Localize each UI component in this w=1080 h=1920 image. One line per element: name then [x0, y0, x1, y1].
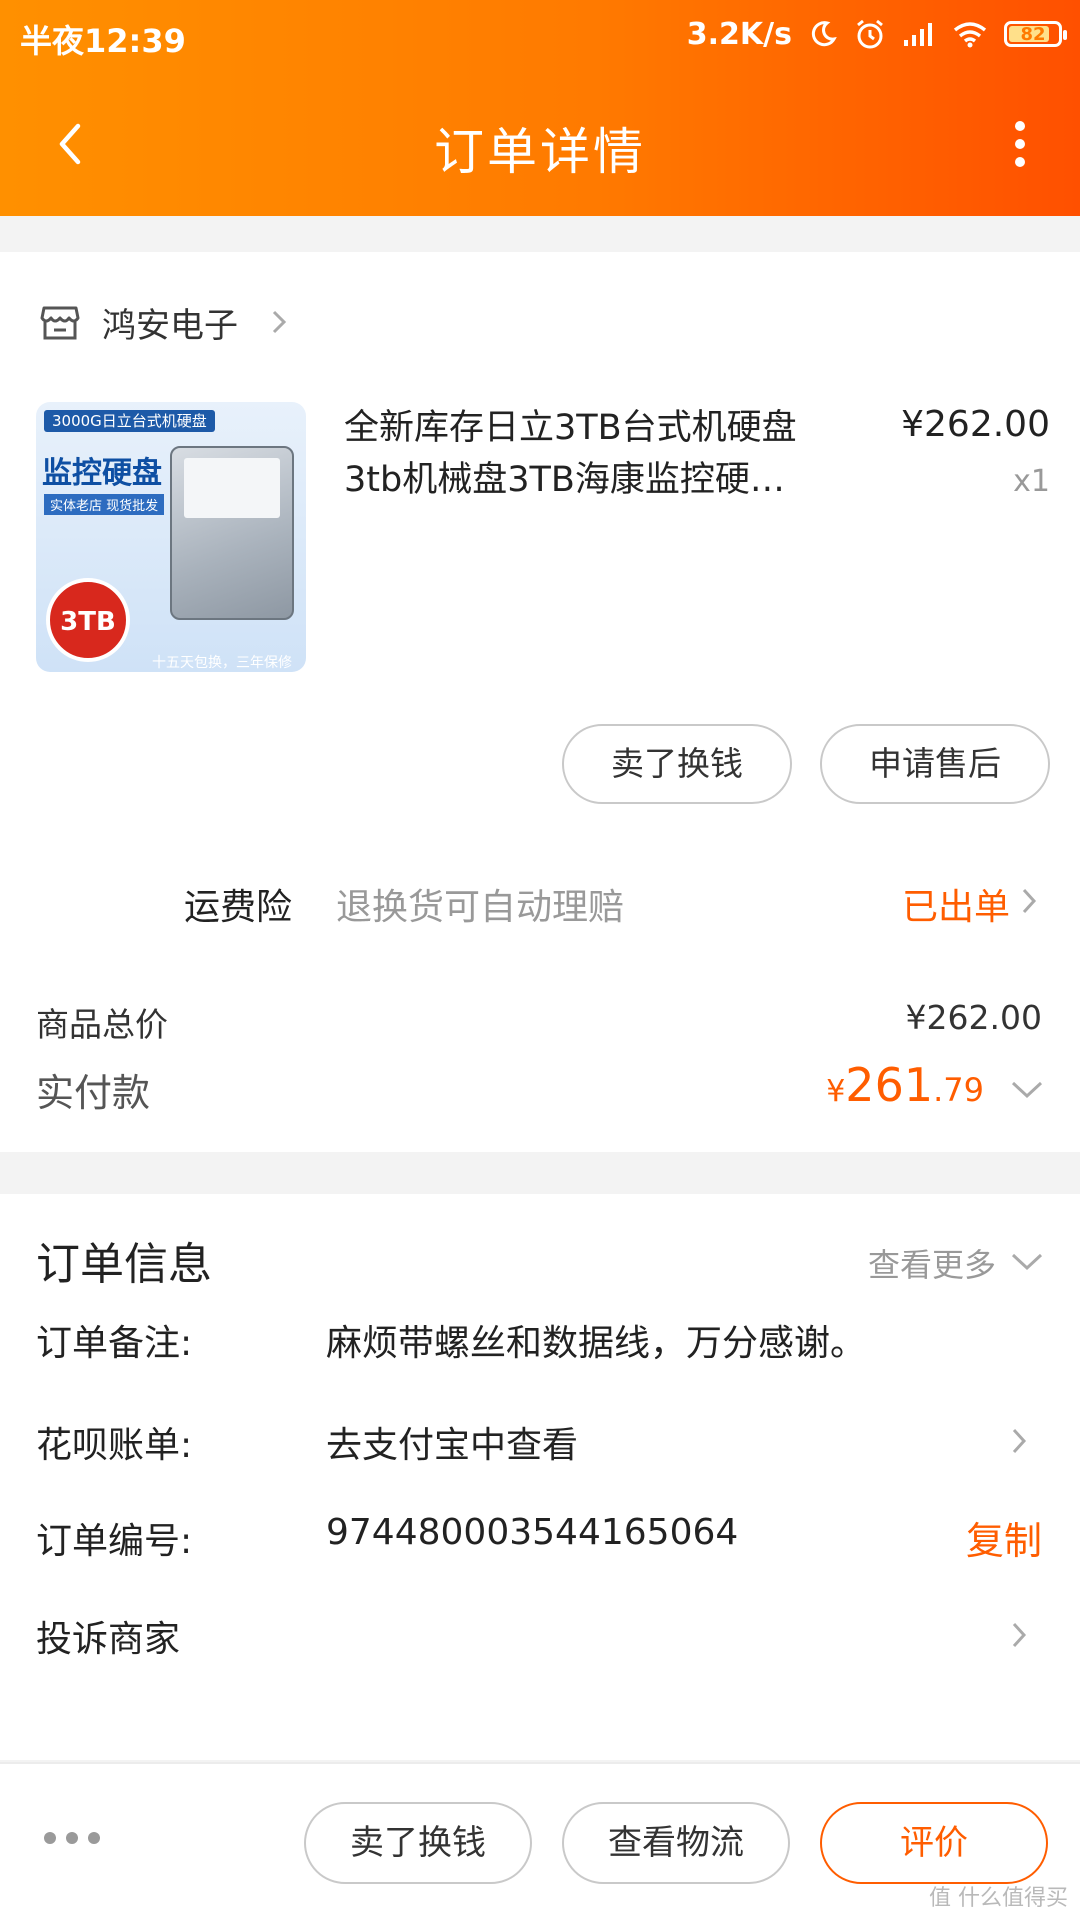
copy-button[interactable]: 复制 — [966, 1510, 1042, 1565]
huabei-bill-row[interactable]: 花呗账单: 去支付宝中查看 — [0, 1402, 1080, 1482]
paid-decimal: .79 — [933, 1071, 984, 1109]
capacity-badge: 3TB — [46, 578, 130, 662]
status-icons: 3.2K/s 82 — [686, 14, 1067, 54]
complaint-row[interactable]: 投诉商家 — [0, 1596, 1080, 1676]
paid-integer: 261 — [845, 1058, 934, 1112]
sell-button[interactable]: 卖了换钱 — [562, 724, 792, 804]
order-goods-card: 鸿安电子 3000G日立台式机硬盘 监控硬盘 实体老店 现货批发 3TB 十五天… — [0, 252, 1080, 1152]
thumbnail-header: 3000G日立台式机硬盘 — [44, 410, 215, 432]
paid-label: 实付款 — [36, 1071, 151, 1115]
alarm-icon — [857, 19, 883, 49]
moon-icon — [811, 21, 837, 47]
paid-amount: ¥261.79 — [826, 1058, 984, 1112]
chevron-down-icon[interactable] — [1008, 1074, 1046, 1104]
status-time: 半夜12:39 — [20, 22, 186, 60]
page-title: 订单详情 — [434, 123, 646, 181]
product-price: ¥262.00 — [901, 404, 1050, 445]
thumbnail-tagline: 实体老店 现货批发 — [44, 494, 165, 515]
order-number-value: 974480003544165064 — [326, 1512, 739, 1553]
shop-link[interactable]: 鸿安电子 — [38, 292, 298, 352]
insurance-label: 运费险 — [184, 887, 293, 928]
paid-currency: ¥ — [826, 1074, 846, 1109]
complaint-label: 投诉商家 — [36, 1619, 181, 1660]
goods-total-value: ¥262.00 — [905, 998, 1042, 1037]
insurance-status-link[interactable]: 已出单 — [902, 878, 1010, 930]
chevron-right-icon[interactable] — [1012, 884, 1046, 918]
huabei-bill-label: 花呗账单: — [36, 1425, 193, 1466]
battery-icon: 82 — [1004, 21, 1067, 47]
order-number-row: 订单编号: 974480003544165064 复制 — [0, 1498, 1080, 1578]
order-remark-row: 订单备注: 麻烦带螺丝和数据线，万分感谢。 — [0, 1300, 1080, 1380]
order-info-card: 订单信息 查看更多 订单备注: 麻烦带螺丝和数据线，万分感谢。 花呗账单: 去支… — [0, 1194, 1080, 1760]
more-vertical-icon[interactable] — [1000, 112, 1040, 176]
network-speed: 3.2K/s — [686, 16, 792, 52]
product-thumbnail[interactable]: 3000G日立台式机硬盘 监控硬盘 实体老店 现货批发 3TB 十五天包换，三年… — [36, 402, 306, 672]
thumbnail-footer: 十五天包换，三年保修 — [152, 655, 292, 671]
chevron-right-icon — [1012, 1428, 1027, 1454]
battery-level: 82 — [1020, 23, 1046, 45]
wifi-icon — [953, 22, 987, 48]
signal-icon — [904, 23, 932, 46]
bottom-sell-button[interactable]: 卖了换钱 — [304, 1802, 532, 1884]
app-header: 半夜12:39 3.2K/s 82 订单详情 — [0, 0, 1080, 216]
view-logistics-button[interactable]: 查看物流 — [562, 1802, 790, 1884]
product-title[interactable]: 全新库存日立3TB台式机硬盘 3tb机械盘3TB海康监控硬… — [344, 402, 844, 506]
product-quantity: x1 — [1013, 464, 1050, 499]
product-title-line-2: 3tb机械盘3TB海康监控硬… — [344, 460, 785, 500]
huabei-bill-value: 去支付宝中查看 — [326, 1425, 579, 1466]
insurance-desc: 退换货可自动理赔 — [336, 887, 625, 928]
hard-drive-image — [170, 446, 294, 620]
order-info-title: 订单信息 — [36, 1239, 212, 1290]
chevron-right-icon — [272, 310, 287, 334]
more-horizontal-icon[interactable] — [44, 1832, 100, 1844]
store-icon — [40, 306, 80, 340]
goods-total-label: 商品总价 — [36, 1005, 168, 1044]
after-sale-button[interactable]: 申请售后 — [820, 724, 1050, 804]
chevron-right-icon — [1012, 1622, 1027, 1648]
review-button[interactable]: 评价 — [820, 1802, 1048, 1884]
watermark: 值 什么值得买 — [929, 1886, 1068, 1911]
order-number-label: 订单编号: — [36, 1521, 193, 1562]
order-remark-label: 订单备注: — [36, 1323, 193, 1364]
chevron-down-icon[interactable] — [1008, 1246, 1046, 1276]
shop-name: 鸿安电子 — [102, 305, 238, 346]
bottom-action-bar: 卖了换钱 查看物流 评价 值 什么值得买 — [0, 1762, 1080, 1920]
order-remark-value: 麻烦带螺丝和数据线，万分感谢。 — [326, 1323, 867, 1364]
status-bar: 半夜12:39 3.2K/s 82 — [0, 0, 1080, 72]
view-more-link[interactable]: 查看更多 — [868, 1240, 996, 1286]
product-title-line-1: 全新库存日立3TB台式机硬盘 — [344, 408, 797, 448]
thumbnail-headline: 监控硬盘 — [42, 456, 162, 491]
